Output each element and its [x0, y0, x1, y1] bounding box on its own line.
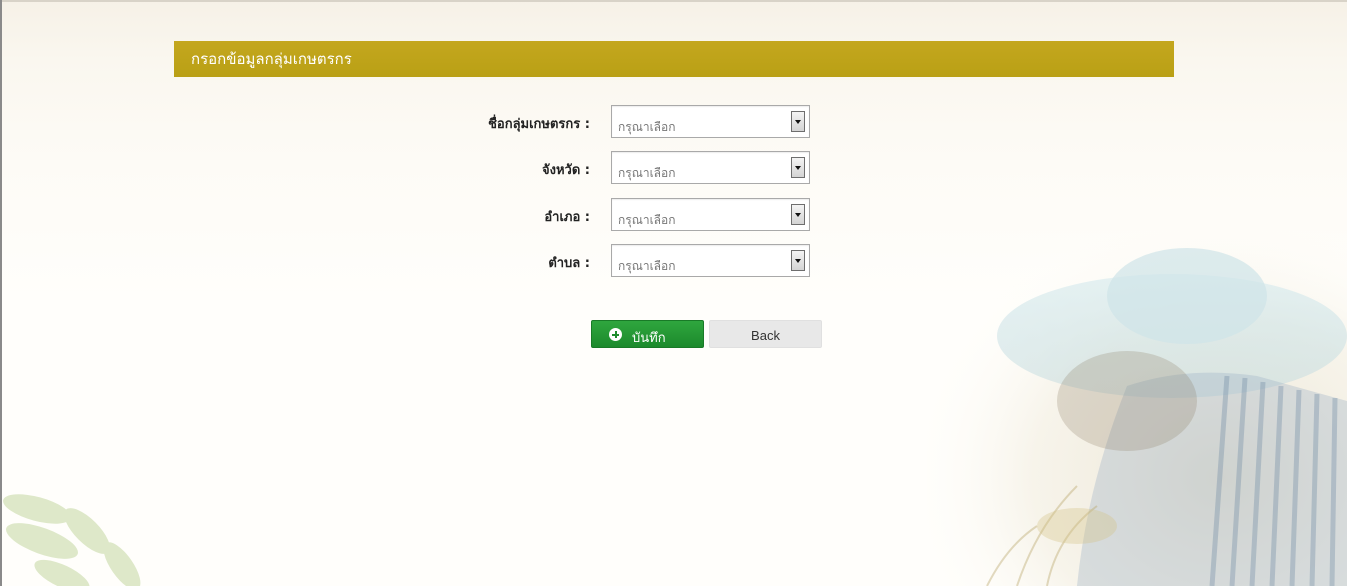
- subdistrict-select[interactable]: กรุณาเลือก: [611, 244, 810, 277]
- back-button-label: Back: [751, 328, 780, 343]
- subdistrict-select-value: กรุณาเลือก: [618, 259, 676, 273]
- district-select[interactable]: กรุณาเลือก: [611, 198, 810, 231]
- form-header-bar: กรอกข้อมูลกลุ่มเกษตรกร: [174, 41, 1174, 77]
- background-leaves: [2, 491, 172, 586]
- group-name-label: ชื่อกลุ่มเกษตรกร :: [488, 117, 590, 132]
- chevron-down-icon[interactable]: [791, 157, 805, 178]
- form-title: กรอกข้อมูลกลุ่มเกษตรกร: [191, 50, 352, 68]
- save-button-label: บันทึก: [632, 331, 666, 346]
- chevron-down-icon[interactable]: [791, 250, 805, 271]
- district-select-value: กรุณาเลือก: [618, 213, 676, 227]
- field-row-district: อำเภอ : กรุณาเลือก: [0, 198, 1347, 231]
- chevron-down-icon[interactable]: [791, 111, 805, 132]
- plus-circle-icon: [609, 328, 622, 341]
- field-row-group-name: ชื่อกลุ่มเกษตรกร : กรุณาเลือก: [0, 105, 1347, 138]
- province-select-value: กรุณาเลือก: [618, 166, 676, 180]
- top-border: [0, 0, 1347, 2]
- district-label: อำเภอ :: [544, 210, 590, 225]
- save-button[interactable]: บันทึก: [591, 320, 704, 348]
- field-row-subdistrict: ตำบล : กรุณาเลือก: [0, 244, 1347, 277]
- group-name-select[interactable]: กรุณาเลือก: [611, 105, 810, 138]
- field-row-province: จังหวัด : กรุณาเลือก: [0, 151, 1347, 184]
- background-farmer-image: [927, 226, 1347, 586]
- back-button[interactable]: Back: [709, 320, 822, 348]
- group-name-select-value: กรุณาเลือก: [618, 120, 676, 134]
- province-select[interactable]: กรุณาเลือก: [611, 151, 810, 184]
- subdistrict-label: ตำบล :: [548, 256, 590, 271]
- province-label: จังหวัด :: [541, 163, 590, 178]
- chevron-down-icon[interactable]: [791, 204, 805, 225]
